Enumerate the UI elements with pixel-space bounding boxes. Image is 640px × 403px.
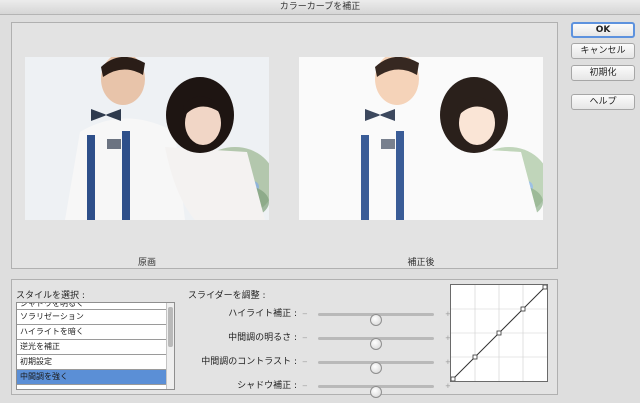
tone-curve-graph[interactable] — [450, 284, 548, 382]
suspender-left — [87, 135, 95, 220]
minus-icon: − — [302, 382, 308, 390]
pocket-square — [107, 139, 121, 149]
style-list-item[interactable]: 逆光を補正 — [17, 340, 166, 355]
reset-button[interactable]: 初期化 — [571, 65, 635, 81]
curve-control-point[interactable] — [472, 354, 478, 360]
adjustment-panel: スタイルを選択 : シャドウを明るく ソラリゼーション ハイライトを暗く 逆光を… — [11, 279, 558, 398]
corrected-photo-image — [299, 57, 543, 220]
curve-control-point[interactable] — [496, 330, 502, 336]
minus-icon: − — [302, 310, 308, 318]
suspender-right — [122, 131, 130, 220]
style-list-item[interactable]: ソラリゼーション — [17, 310, 166, 325]
midtone-brightness-slider-label: 中間調の明るさ : — [228, 333, 297, 343]
original-photo — [25, 57, 269, 220]
help-button[interactable]: ヘルプ — [571, 94, 635, 110]
corrected-caption: 補正後 — [407, 258, 435, 268]
ok-button[interactable]: OK — [571, 22, 635, 38]
highlight-slider-thumb[interactable] — [370, 314, 382, 326]
curve-control-point[interactable] — [520, 306, 526, 312]
midtone-contrast-slider-track[interactable] — [318, 361, 434, 374]
slider-adjust-label: スライダーを調整 : — [188, 291, 266, 301]
minus-icon: − — [302, 358, 308, 366]
style-select-label: スタイルを選択 : — [16, 291, 85, 301]
shadow-slider-label: シャドウ補正 : — [237, 381, 297, 391]
original-caption: 原画 — [137, 258, 156, 268]
cancel-button[interactable]: キャンセル — [571, 43, 635, 59]
midtone-brightness-slider-row: 中間調の明るさ : − + — [162, 331, 452, 350]
tone-curve-svg — [451, 285, 547, 381]
midtone-contrast-slider-thumb[interactable] — [370, 362, 382, 374]
style-list-item-selected[interactable]: 中間調を強く — [17, 370, 166, 385]
shadow-slider-thumb[interactable] — [370, 386, 382, 398]
style-list[interactable]: シャドウを明るく ソラリゼーション ハイライトを暗く 逆光を補正 初期設定 中間… — [16, 302, 175, 390]
midtone-contrast-slider-row: 中間調のコントラスト : − + — [162, 355, 452, 374]
style-list-item[interactable]: シャドウを明るく — [17, 303, 166, 310]
style-list-item[interactable]: ハイライトを暗く — [17, 325, 166, 340]
corrected-photo — [299, 57, 543, 220]
minus-icon: − — [302, 334, 308, 342]
shadow-slider-row: シャドウ補正 : − + — [162, 379, 452, 398]
shadow-slider-track[interactable] — [318, 385, 434, 398]
midtone-brightness-slider-track[interactable] — [318, 337, 434, 350]
midtone-contrast-slider-label: 中間調のコントラスト : — [201, 357, 297, 367]
style-list-item[interactable]: 初期設定 — [17, 355, 166, 370]
highlight-slider-row: ハイライト補正 : − + — [162, 307, 452, 326]
curve-control-point[interactable] — [451, 376, 456, 381]
highlight-slider-label: ハイライト補正 : — [228, 309, 297, 319]
preview-panel: 原画 補正後 — [11, 22, 558, 269]
midtone-brightness-slider-thumb[interactable] — [370, 338, 382, 350]
window-title: カラーカーブを補正 — [0, 0, 640, 15]
original-photo-image — [25, 57, 269, 220]
curve-control-point[interactable] — [542, 285, 547, 290]
highlight-slider-track[interactable] — [318, 313, 434, 326]
